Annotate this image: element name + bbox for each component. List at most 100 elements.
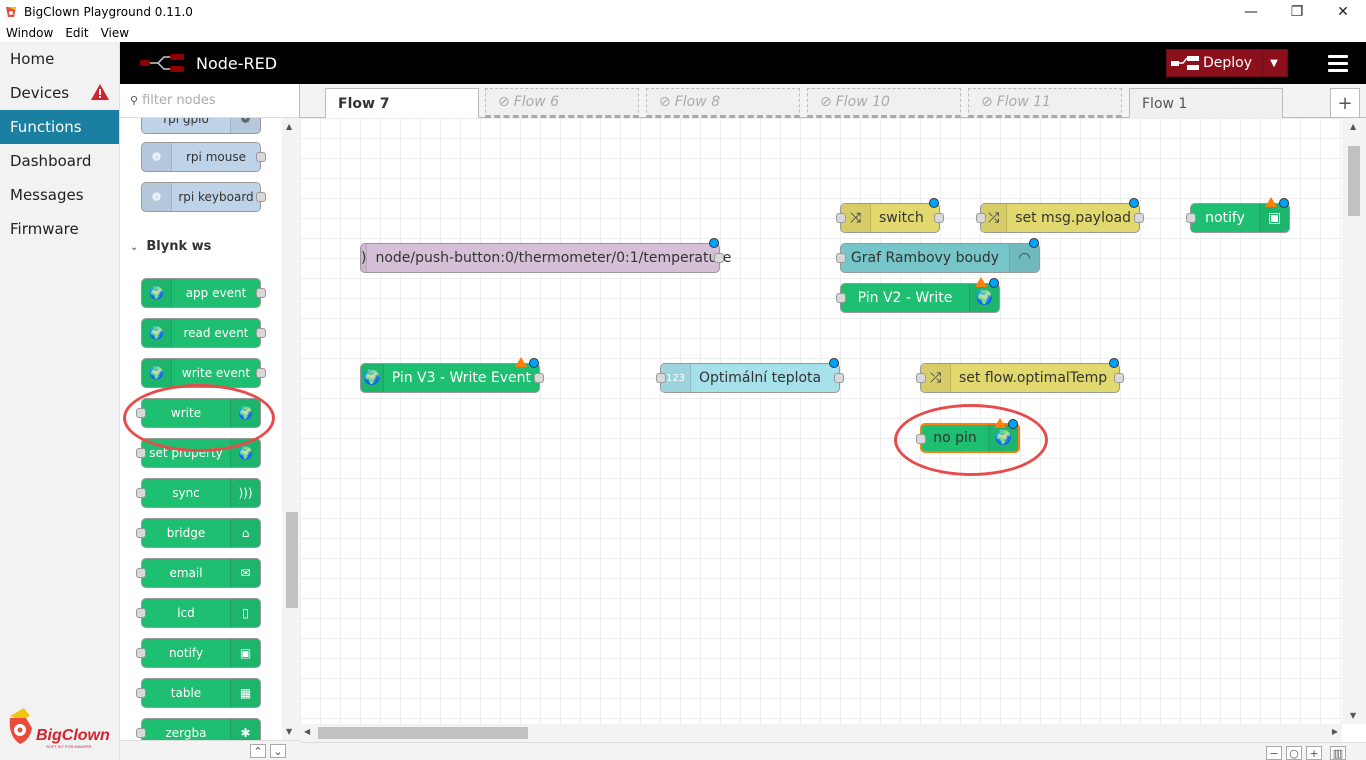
palette-node-rpi-gpio[interactable]: rpi gpio ❁ (141, 118, 261, 134)
nav-item-messages[interactable]: Messages (0, 178, 119, 212)
node-output-port[interactable] (714, 253, 724, 263)
node-input-port[interactable] (136, 688, 146, 698)
palette-node-email[interactable]: email ✉ (141, 558, 261, 588)
flow-node-set-flow[interactable]: ⤮ set flow.optimalTemp (916, 358, 1124, 393)
node-output-port[interactable] (534, 373, 544, 383)
palette-node-zergba[interactable]: zergba ✱ (141, 718, 261, 740)
canvas-vscroll-thumb[interactable] (1348, 146, 1360, 216)
flow-node-mqtt-in[interactable]: ) node/push-button:0/thermometer/0:1/temp… (360, 238, 731, 273)
tab-flow-7[interactable]: Flow 7 (325, 88, 479, 119)
zoom-out-button[interactable]: − (1266, 746, 1282, 760)
flow-node-set-payload[interactable]: ⤮ set msg.payload (976, 198, 1144, 233)
palette-node-lcd[interactable]: lcd ▯ (141, 598, 261, 628)
close-button[interactable]: ✕ (1320, 0, 1366, 23)
palette-node-notify[interactable]: notify ▣ (141, 638, 261, 668)
nav-item-devices[interactable]: Devices (0, 76, 119, 110)
menu-hamburger-icon[interactable] (1328, 55, 1348, 76)
nav-item-firmware[interactable]: Firmware (0, 212, 119, 246)
flow-canvas[interactable]: ⤨ switch ⤮ set msg.payload notify ▣ ) node/p… (300, 118, 1342, 724)
node-input-port[interactable] (136, 528, 146, 538)
tab-flow-11[interactable]: ⊘ Flow 11 (968, 88, 1122, 118)
palette-scrollbar[interactable]: ▲ ▼ (282, 118, 300, 740)
node-input-port[interactable] (136, 408, 146, 418)
menu-view[interactable]: View (95, 26, 135, 40)
collapse-all-icon[interactable]: ⌃ (250, 744, 266, 758)
tab-flow-6[interactable]: ⊘ Flow 6 (485, 88, 639, 118)
node-input-port[interactable] (916, 434, 926, 444)
canvas-vertical-scrollbar[interactable]: ▲ ▼ (1342, 118, 1366, 724)
palette-category-blynk[interactable]: ⌄ Blynk ws (130, 239, 211, 254)
node-input-port[interactable] (1186, 213, 1196, 223)
palette-node-rpi-mouse[interactable]: ❁ rpi mouse (141, 142, 261, 172)
flow-node-optimal-temp-inject[interactable]: 123 Optimální teplota (656, 358, 844, 393)
scroll-down-icon[interactable]: ▼ (1350, 711, 1356, 720)
palette-node-sync[interactable]: sync))) (141, 478, 261, 508)
node-output-port[interactable] (934, 213, 944, 223)
node-output-port[interactable] (1114, 373, 1124, 383)
tab-flow-10[interactable]: ⊘ Flow 10 (807, 88, 961, 118)
maximize-button[interactable]: ❐ (1274, 0, 1320, 23)
palette-node-write[interactable]: write 🌍 (141, 398, 261, 428)
flow-node-notify[interactable]: notify ▣ (1186, 197, 1290, 233)
zoom-in-button[interactable]: + (1306, 746, 1322, 760)
flow-node-gauge[interactable]: Graf Rambovy boudy ◠ (836, 238, 1040, 273)
node-input-port[interactable] (136, 448, 146, 458)
canvas-hscroll-thumb[interactable] (318, 727, 528, 739)
node-input-port[interactable] (976, 213, 986, 223)
flow-node-pin-v3-write-event[interactable]: 🌍 Pin V3 - Write Event (360, 357, 544, 393)
nav-item-dashboard[interactable]: Dashboard (0, 144, 119, 178)
node-input-port[interactable] (136, 728, 146, 738)
node-input-port[interactable] (836, 293, 846, 303)
zoom-reset-button[interactable]: ○ (1286, 746, 1302, 760)
caret-down-icon[interactable]: ▼ (1263, 58, 1285, 69)
palette-node-rpi-keyboard[interactable]: ❁ rpi keyboard (141, 182, 261, 212)
palette-node-app-event[interactable]: 🌍 app event (141, 278, 261, 308)
palette-node-set-property[interactable]: set property 🌍 (141, 438, 261, 468)
nav-item-functions[interactable]: Functions (0, 110, 119, 144)
node-output-port[interactable] (1134, 213, 1144, 223)
node-input-port[interactable] (916, 373, 926, 383)
tab-flow-1[interactable]: Flow 1 (1129, 88, 1283, 118)
scroll-down-icon[interactable]: ▼ (286, 727, 292, 736)
tab-flow-8[interactable]: ⊘ Flow 8 (646, 88, 800, 118)
node-output-port[interactable] (256, 192, 266, 202)
scroll-up-icon[interactable]: ▲ (286, 122, 292, 131)
flow-node-no-pin[interactable]: no pin 🌍 (916, 418, 1020, 453)
canvas-horizontal-scrollbar[interactable]: ◀ ▶ (300, 724, 1342, 742)
deploy-button[interactable]: Deploy ▼ (1166, 49, 1288, 77)
node-input-port[interactable] (836, 253, 846, 263)
node-output-port[interactable] (256, 368, 266, 378)
expand-all-icon[interactable]: ⌄ (270, 744, 286, 758)
node-input-port[interactable] (136, 608, 146, 618)
scroll-right-icon[interactable]: ▶ (1332, 727, 1338, 736)
node-input-port[interactable] (136, 568, 146, 578)
node-output-port[interactable] (834, 373, 844, 383)
node-input-port[interactable] (656, 373, 666, 383)
node-input-port[interactable] (836, 213, 846, 223)
add-tab-button[interactable]: + (1330, 88, 1360, 118)
flow-node-switch[interactable]: ⤨ switch (836, 198, 944, 233)
palette-search[interactable]: ⚲ filter nodes (120, 84, 299, 118)
palette-scroll-thumb[interactable] (286, 512, 298, 608)
flow-node-pin-v2-write[interactable]: Pin V2 - Write 🌍 (836, 277, 1000, 313)
node-output-port[interactable] (256, 328, 266, 338)
node-output-port[interactable] (256, 288, 266, 298)
node-input-port[interactable] (136, 648, 146, 658)
globe-icon: 🌍 (142, 319, 172, 347)
nodered-logo-icon (140, 54, 184, 72)
menu-window[interactable]: Window (0, 26, 59, 40)
palette-search-placeholder: filter nodes (142, 93, 216, 108)
scroll-left-icon[interactable]: ◀ (304, 727, 310, 736)
workspace-tabs: Flow 7 ⊘ Flow 6 ⊘ Flow 8 ⊘ Flow 10 ⊘ Flow 11… (300, 84, 1366, 119)
palette-node-read-event[interactable]: 🌍 read event (141, 318, 261, 348)
nav-item-home[interactable]: Home (0, 42, 119, 76)
node-output-port[interactable] (256, 152, 266, 162)
minimize-button[interactable]: — (1228, 0, 1274, 23)
palette-node-write-event[interactable]: 🌍 write event (141, 358, 261, 388)
navigator-icon[interactable]: ▥ (1330, 746, 1346, 760)
palette-node-bridge[interactable]: bridge ⌂ (141, 518, 261, 548)
palette-node-table[interactable]: table ▦ (141, 678, 261, 708)
node-input-port[interactable] (136, 488, 146, 498)
scroll-up-icon[interactable]: ▲ (1350, 122, 1356, 131)
menu-edit[interactable]: Edit (59, 26, 94, 40)
